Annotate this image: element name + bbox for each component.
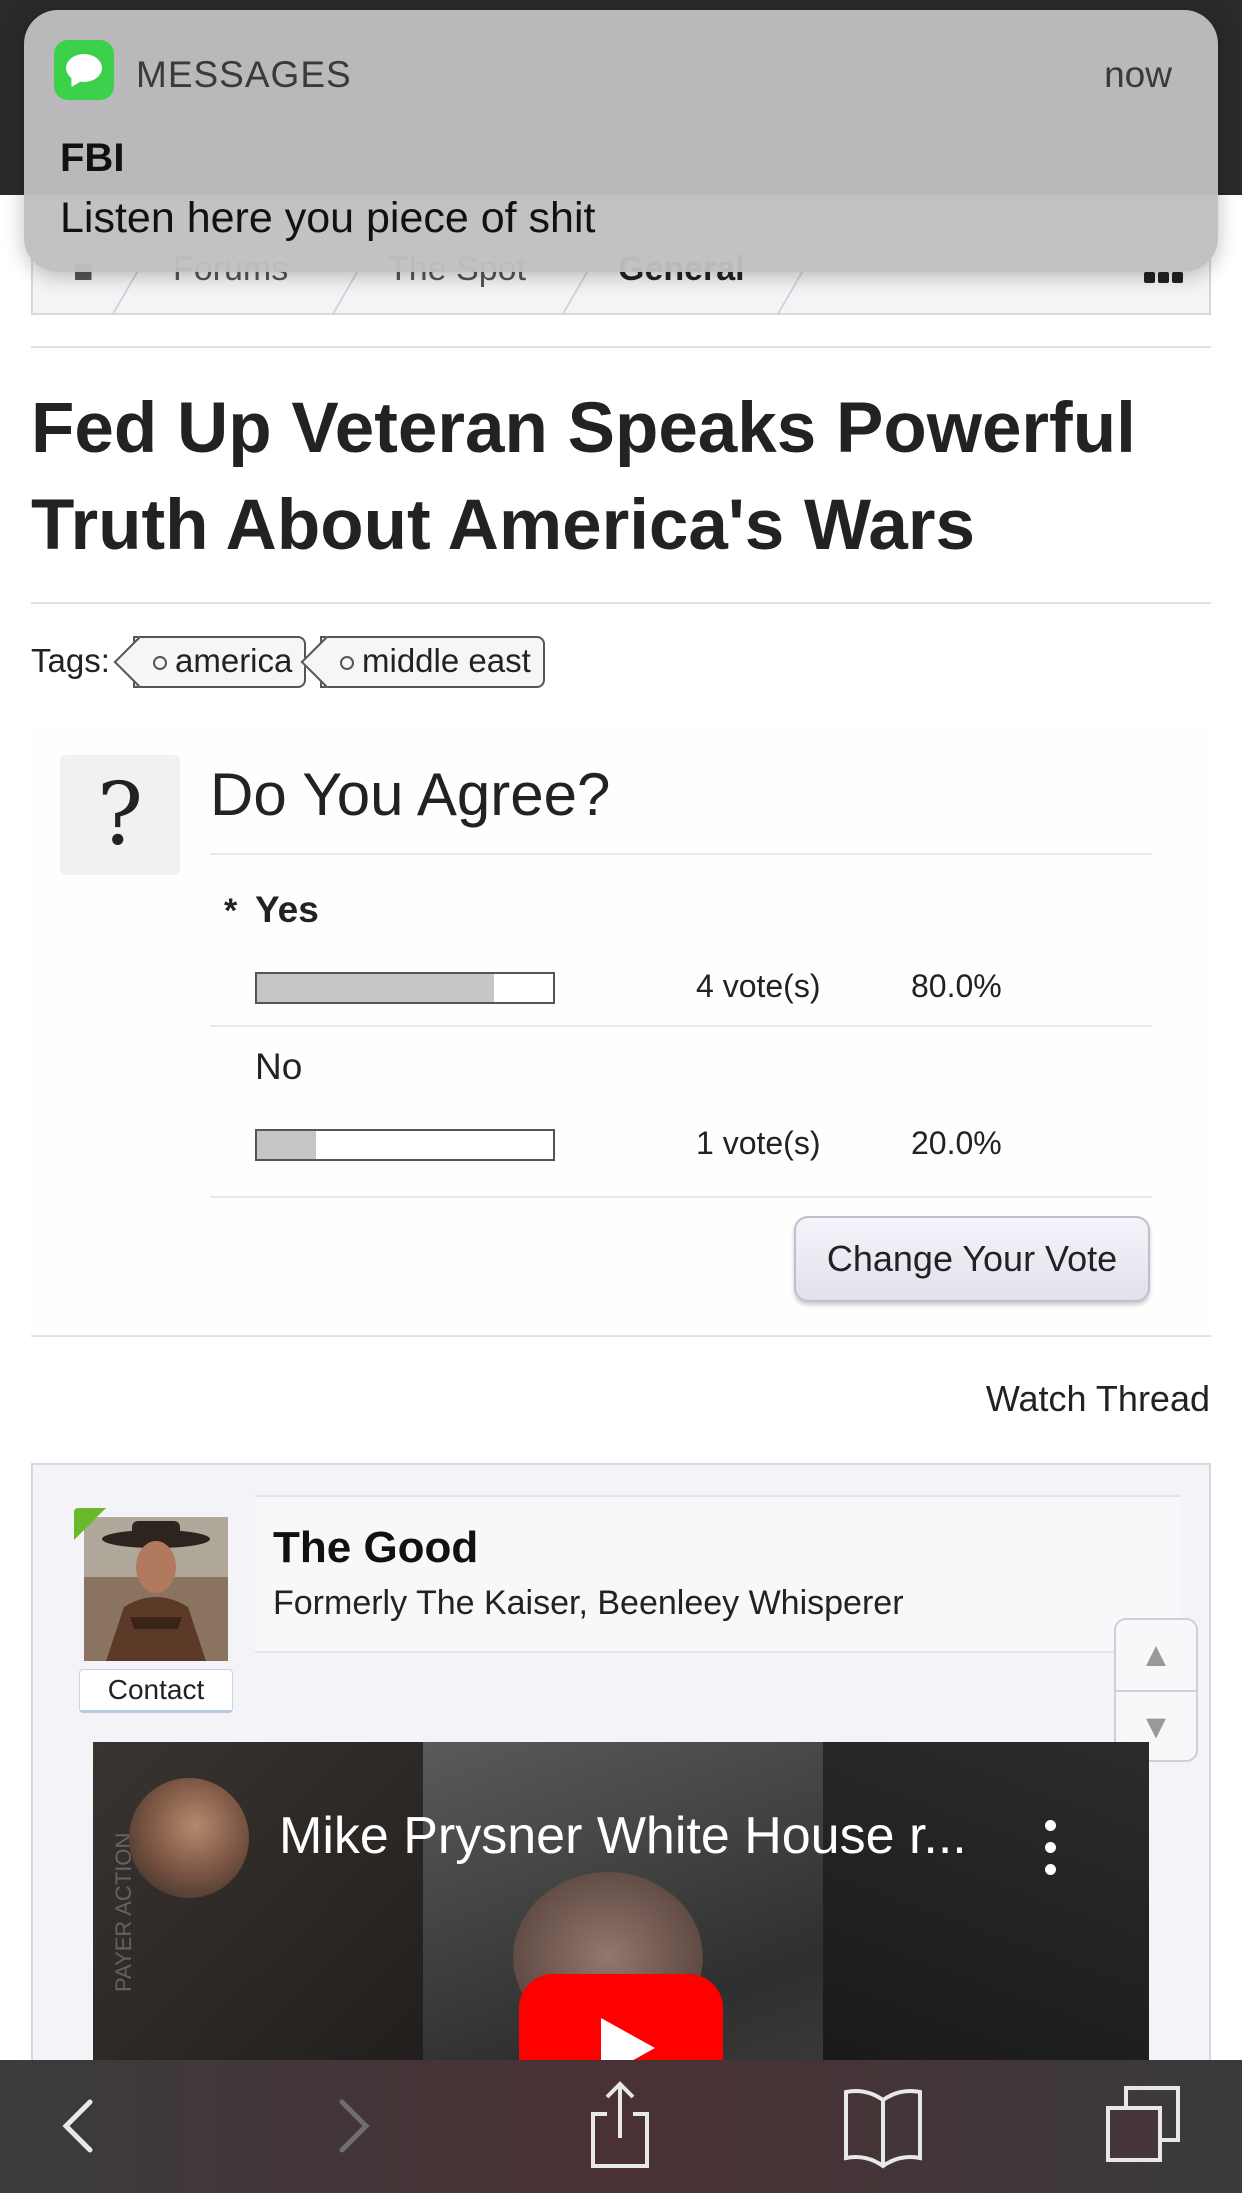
poll-bar-fill-no xyxy=(257,1131,317,1159)
poll-option-yes: Yes xyxy=(255,889,319,930)
poll-percent-no: 20.0% xyxy=(911,1125,1002,1161)
poll-bar-fill-yes xyxy=(257,974,494,1002)
scroll-control: ▲ ▼ xyxy=(1114,1618,1198,1762)
notification-app-name: MESSAGES xyxy=(136,54,352,95)
user-info-box xyxy=(255,1495,1180,1653)
notification-banner[interactable]: MESSAGES now FBI Listen here you piece o… xyxy=(24,10,1218,272)
messages-icon xyxy=(54,40,114,100)
share-icon[interactable] xyxy=(585,2080,655,2172)
poll-option-no: No xyxy=(255,1046,303,1087)
poll-divider xyxy=(210,1025,1152,1027)
voted-marker: * xyxy=(224,892,238,930)
thread-title: Fed Up Veteran Speaks Powerful Truth Abo… xyxy=(31,389,1136,565)
tags-label: Tags: xyxy=(31,642,110,679)
browser-toolbar xyxy=(0,2060,1242,2193)
page: ■ Forums The Spot General MESSAGES now F… xyxy=(0,0,1242,2193)
divider xyxy=(31,346,1211,348)
online-indicator xyxy=(74,1508,106,1540)
watch-thread-link[interactable]: Watch Thread xyxy=(986,1378,1210,1420)
divider xyxy=(31,1335,1211,1337)
notification-time: now xyxy=(1104,54,1172,95)
user-title: Formerly The Kaiser, Beenleey Whisperer xyxy=(273,1584,904,1622)
divider xyxy=(31,602,1211,604)
contact-button[interactable]: Contact xyxy=(79,1669,233,1713)
notification-message: Listen here you piece of shit xyxy=(60,194,596,242)
tabs-icon[interactable] xyxy=(1100,2080,1184,2172)
chevron-right-icon[interactable] xyxy=(322,2080,382,2172)
poll-bar-no xyxy=(255,1129,555,1161)
video-title[interactable]: Mike Prysner White House r... xyxy=(279,1806,967,1866)
more-options-icon[interactable] xyxy=(1045,1820,1057,1876)
chevron-left-icon[interactable] xyxy=(50,2080,110,2172)
poll-percent-yes: 80.0% xyxy=(911,968,1002,1004)
question-mark-icon: ? xyxy=(60,755,180,875)
poll-bar-yes xyxy=(255,972,555,1004)
breadcrumb-menu-icon[interactable] xyxy=(1144,272,1183,283)
tag-america[interactable]: america xyxy=(133,636,307,688)
tag-middle-east[interactable]: middle east xyxy=(320,636,545,688)
poll-divider xyxy=(210,853,1152,855)
notification-sender: FBI xyxy=(60,136,125,180)
book-icon[interactable] xyxy=(840,2080,926,2172)
username[interactable]: The Good xyxy=(273,1523,478,1573)
channel-avatar[interactable] xyxy=(129,1778,249,1898)
scroll-up-icon[interactable]: ▲ xyxy=(1116,1620,1196,1690)
change-vote-button[interactable]: Change Your Vote xyxy=(794,1216,1150,1302)
poll-question: Do You Agree? xyxy=(210,761,611,828)
poll-votes-no: 1 vote(s) xyxy=(696,1125,821,1161)
poll-divider xyxy=(210,1196,1152,1198)
poll-votes-yes: 4 vote(s) xyxy=(696,968,821,1004)
